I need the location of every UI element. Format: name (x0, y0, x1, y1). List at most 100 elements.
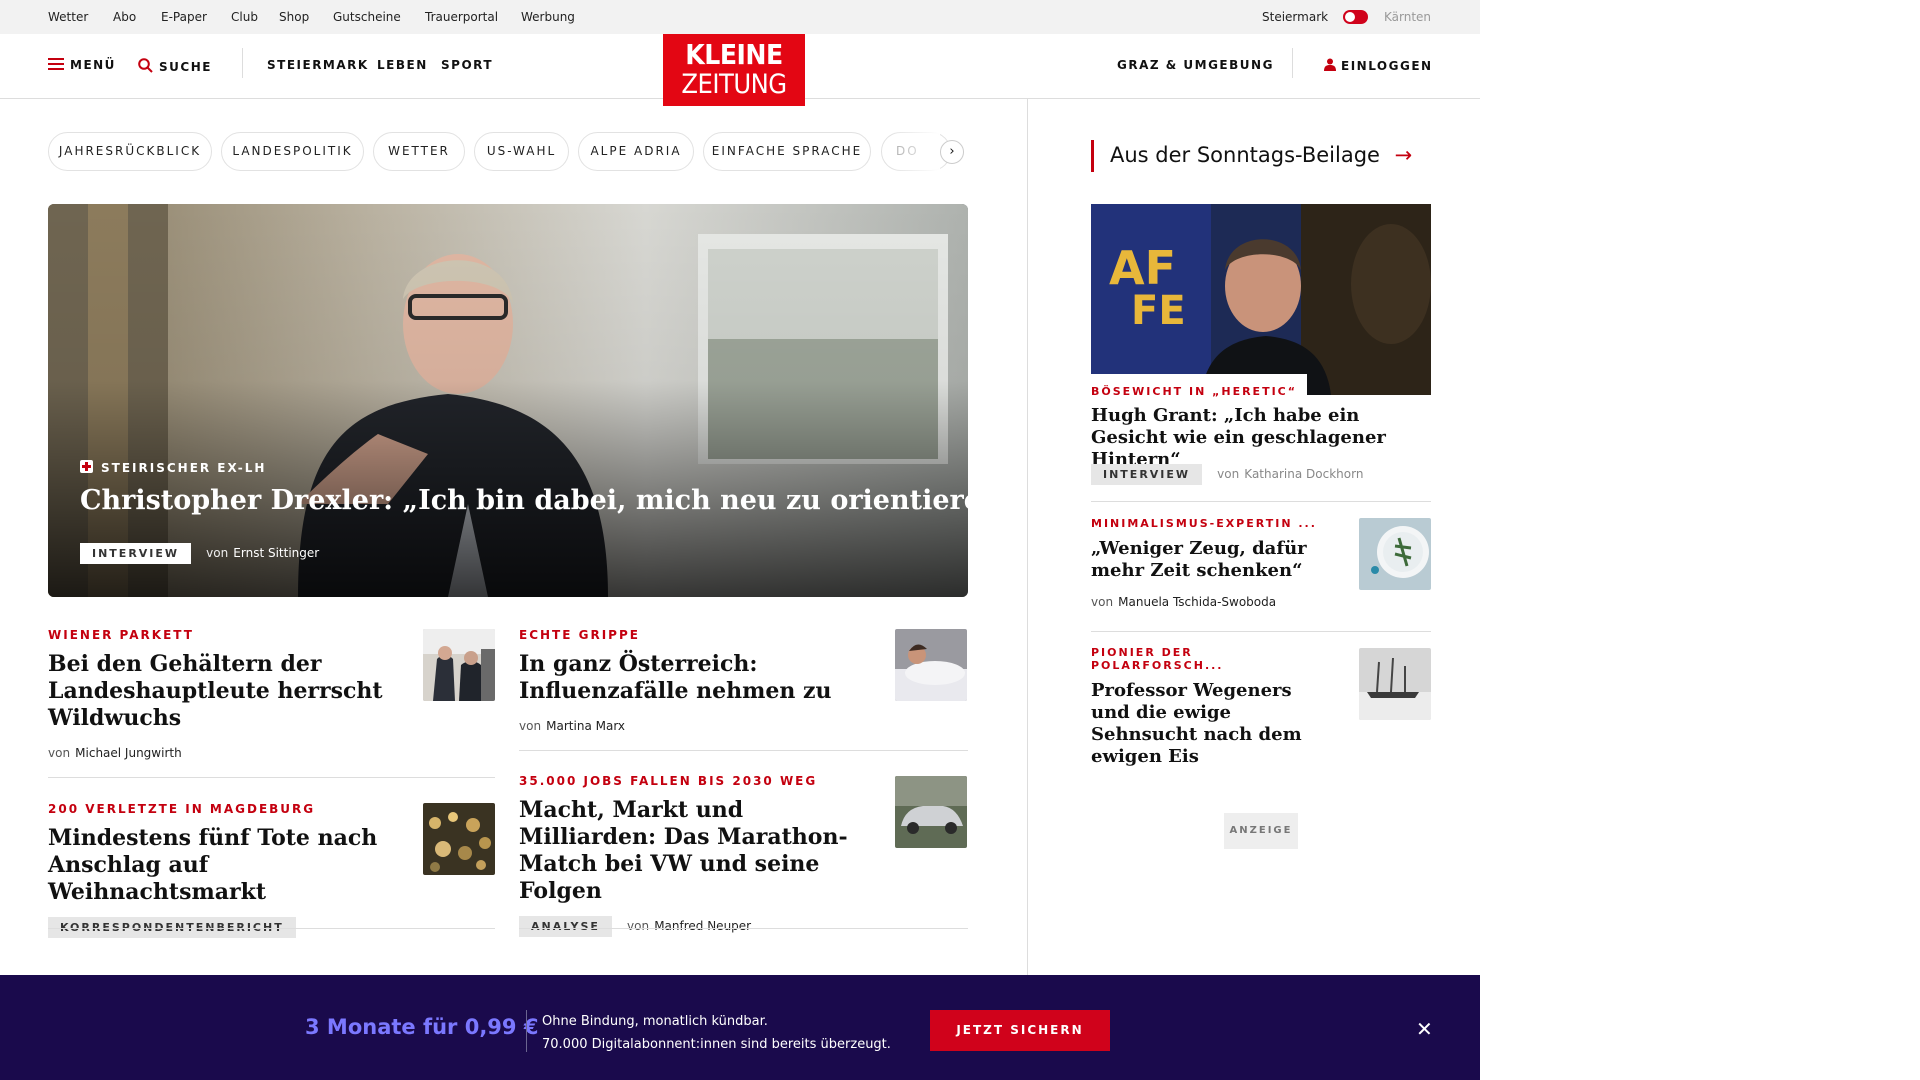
region-kaernten[interactable]: Kärnten (1384, 10, 1431, 24)
promo-offer: 3 Monate für 0,99 € (305, 1015, 539, 1039)
search-label: SUCHE (159, 60, 212, 74)
article-1-title[interactable]: Bei den Gehältern der Landeshauptleute h… (48, 651, 388, 732)
nav-sport[interactable]: SPORT (441, 58, 493, 72)
chevron-right-icon: › (949, 144, 955, 159)
hero-article[interactable]: STEIRISCHER EX-LH Christopher Drexler: „… (48, 204, 968, 597)
topics-next-button[interactable]: › (940, 140, 964, 164)
sidebar-item-1-byline-prefix: von (1091, 595, 1114, 609)
topic-jahresrueckblick[interactable]: JAHRESRÜCKBLICK (48, 132, 212, 171)
util-link-werbung[interactable]: Werbung (521, 10, 575, 24)
nav-steiermark[interactable]: STEIERMARK (267, 58, 369, 72)
article-2-byline-prefix: von (519, 719, 542, 733)
subscription-banner: 3 Monate für 0,99 € Ohne Bindung, monatl… (0, 975, 1480, 1080)
topics-fade (890, 130, 940, 174)
promo-line1: Ohne Bindung, monatlich kündbar. (542, 1014, 768, 1029)
hero-author[interactable]: Ernst Sittinger (233, 546, 319, 560)
sidebar-item-2[interactable]: PIONIER DER POLARFORSCH... Professor Weg… (1091, 646, 1331, 768)
promo-text: Ohne Bindung, monatlich kündbar. 70.000 … (542, 1010, 891, 1056)
search-button[interactable]: SUCHE (138, 58, 212, 74)
sidebar-feature-image[interactable]: AF FE (1091, 204, 1431, 395)
menu-label: MENÜ (70, 58, 116, 72)
hero-badge: INTERVIEW (80, 543, 192, 564)
user-icon (1324, 58, 1336, 71)
sidebar-title-link[interactable]: Aus der Sonntags-Beilage → (1110, 143, 1412, 167)
article-2-author[interactable]: Martina Marx (546, 719, 625, 733)
article-4-thumbnail[interactable] (895, 776, 967, 848)
article-4-badge: ANALYSE (519, 916, 612, 937)
sidebar-item-1-thumbnail[interactable] (1359, 518, 1431, 590)
article-1-author[interactable]: Michael Jungwirth (75, 746, 182, 760)
article-1-thumbnail[interactable] (423, 629, 495, 701)
hero-kicker: STEIRISCHER EX-LH (101, 461, 267, 475)
article-2-thumbnail[interactable] (895, 629, 967, 701)
hero-kicker-wrap: STEIRISCHER EX-LH (80, 457, 266, 476)
hero-meta: INTERVIEW von Ernst Sittinger (80, 542, 319, 564)
nav-leben[interactable]: LEBEN (377, 58, 428, 72)
hamburger-icon (48, 58, 64, 70)
arrow-right-icon: → (1394, 143, 1413, 167)
column-divider (1027, 99, 1028, 975)
kleine-zeitung-logo[interactable]: KLEINE ZEITUNG (663, 34, 805, 106)
topic-einfache-sprache[interactable]: EINFACHE SPRACHE (703, 132, 871, 171)
sidebar-item-2-title[interactable]: Professor Wegeners und die ewige Sehnsuc… (1091, 680, 1331, 768)
blank-area (1480, 0, 1920, 1080)
article-card-4[interactable]: 35.000 JOBS FALLEN BIS 2030 WEG Macht, M… (519, 774, 869, 937)
article-card-3[interactable]: 200 VERLETZTE IN MAGDEBURG Mindestens fü… (48, 802, 398, 938)
article-card-1[interactable]: WIENER PARKETT Bei den Gehältern der Lan… (48, 628, 388, 761)
region-toggle[interactable] (1343, 10, 1368, 24)
topic-wetter[interactable]: WETTER (373, 132, 465, 171)
svg-text:AF: AF (1109, 241, 1176, 295)
sidebar-feature-meta: INTERVIEW von Katharina Dockhorn (1091, 463, 1363, 485)
article-card-2[interactable]: ECHTE GRIPPE In ganz Österreich: Influen… (519, 628, 859, 734)
login-label: EINLOGGEN (1341, 59, 1433, 73)
promo-line2: 70.000 Digitalabonnent:innen sind bereit… (542, 1037, 891, 1052)
util-link-trauerportal[interactable]: Trauerportal (425, 10, 498, 24)
article-3-title[interactable]: Mindestens fünf Tote nach Anschlag auf W… (48, 825, 398, 906)
svg-text:FE: FE (1131, 288, 1186, 334)
separator (48, 928, 495, 929)
article-3-thumbnail[interactable] (423, 803, 495, 875)
util-link-club[interactable]: Club (231, 10, 258, 24)
sidebar-feature-badge: INTERVIEW (1091, 464, 1203, 485)
sidebar-item-1-kicker: MINIMALISMUS-EXPERTIN ... (1091, 517, 1317, 530)
topic-landespolitik[interactable]: LANDESPOLITIK (221, 132, 364, 171)
promo-cta-button[interactable]: JETZT SICHERN (930, 1010, 1110, 1051)
promo-divider (526, 1010, 527, 1052)
sidebar-title-accent (1091, 140, 1094, 172)
util-link-wetter[interactable]: Wetter (48, 10, 88, 24)
article-2-title[interactable]: In ganz Österreich: Influenzafälle nehme… (519, 651, 859, 705)
topic-us-wahl[interactable]: US-WAHL (474, 132, 569, 171)
menu-button[interactable]: MENÜ (48, 58, 116, 72)
sidebar-item-2-thumbnail[interactable] (1359, 648, 1431, 720)
sidebar-feature-kicker-wrap: BÖSEWICHT IN „HERETIC“ (1091, 374, 1307, 399)
sidebar-feature-author[interactable]: Katharina Dockhorn (1244, 467, 1363, 481)
separator (48, 777, 495, 778)
separator (1091, 501, 1431, 502)
sidebar-item-1-title[interactable]: „Weniger Zeug, dafür mehr Zeit schenken“ (1091, 538, 1321, 582)
hero-byline-prefix: von (206, 546, 229, 560)
sidebar-feature-title[interactable]: Hugh Grant: „Ich habe ein Gesicht wie ei… (1091, 405, 1431, 471)
hero-image (48, 204, 968, 597)
util-link-epaper[interactable]: E-Paper (161, 10, 207, 24)
article-2-kicker: ECHTE GRIPPE (519, 628, 640, 642)
article-1-byline-prefix: von (48, 746, 71, 760)
hero-title[interactable]: Christopher Drexler: „Ich bin dabei, mic… (80, 485, 968, 516)
sidebar-item-1-author[interactable]: Manuela Tschida-Swoboda (1118, 595, 1276, 609)
util-link-shop[interactable]: Shop (279, 10, 309, 24)
article-4-title[interactable]: Macht, Markt und Milliarden: Das Maratho… (519, 797, 869, 905)
region-link-graz[interactable]: GRAZ & UMGEBUNG (1117, 58, 1274, 72)
login-button[interactable]: EINLOGGEN (1324, 58, 1433, 73)
topic-alpe-adria[interactable]: ALPE ADRIA (578, 132, 694, 171)
separator (1091, 631, 1431, 632)
close-icon[interactable]: ✕ (1416, 1017, 1433, 1041)
region-steiermark[interactable]: Steiermark (1262, 10, 1328, 24)
sidebar-feature-kicker: BÖSEWICHT IN „HERETIC“ (1091, 385, 1297, 398)
sidebar-item-1[interactable]: MINIMALISMUS-EXPERTIN ... „Weniger Zeug,… (1091, 517, 1321, 610)
logo-line1: KLEINE (685, 38, 783, 71)
article-4-byline-prefix: von (627, 919, 650, 933)
sidebar-item-2-kicker: PIONIER DER POLARFORSCH... (1091, 646, 1224, 672)
util-link-abo[interactable]: Abo (113, 10, 136, 24)
sidebar-title: Aus der Sonntags-Beilage (1110, 143, 1380, 167)
article-4-author[interactable]: Manfred Neuper (654, 919, 751, 933)
util-link-gutscheine[interactable]: Gutscheine (333, 10, 401, 24)
